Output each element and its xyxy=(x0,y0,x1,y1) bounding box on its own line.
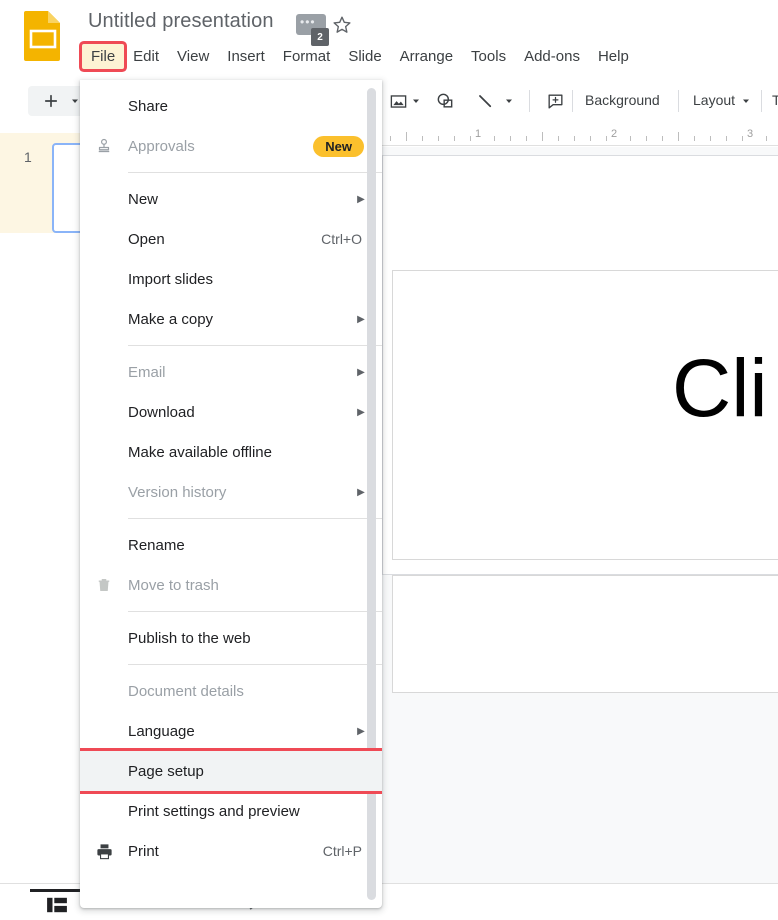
toolbar-divider-4 xyxy=(761,90,762,112)
menu-item-label: Email xyxy=(128,363,166,381)
slide-filmstrip: 1 xyxy=(0,123,92,883)
toolbar-divider xyxy=(529,90,530,112)
file-menu-list: Share Approvals New New ▶ Open Ctrl+O Import sl… xyxy=(80,80,382,871)
file-menu-item-print[interactable]: Print Ctrl+P xyxy=(80,831,382,871)
file-menu-item-make-available-offline[interactable]: Make available offline xyxy=(80,432,382,472)
menu-separator xyxy=(128,518,382,519)
horizontal-ruler: 1 2 3 xyxy=(382,126,778,146)
menu-item-label: New xyxy=(128,190,159,208)
file-menu-item-share[interactable]: Share xyxy=(80,86,382,126)
chevron-down-icon xyxy=(71,99,78,103)
plus-icon xyxy=(44,94,57,108)
new-badge: New xyxy=(313,135,364,157)
menu-separator xyxy=(128,611,382,612)
menu-tools[interactable]: Tools xyxy=(462,44,515,69)
menu-addons[interactable]: Add-ons xyxy=(515,44,589,69)
toolbar-divider-3 xyxy=(678,90,679,112)
file-menu-item-print-settings-and-preview[interactable]: Print settings and preview xyxy=(80,791,382,831)
filmstrip-slide-1[interactable]: 1 xyxy=(0,133,92,233)
file-menu-item-import-slides[interactable]: Import slides xyxy=(80,259,382,299)
top-bar: Untitled presentation ••• 2 File Edit Vi… xyxy=(0,0,778,78)
shape-icon xyxy=(437,93,453,108)
file-menu-item-move-to-trash: Move to trash xyxy=(80,565,382,605)
insert-shape-button[interactable] xyxy=(432,88,458,114)
menu-item-label: Version history xyxy=(128,483,227,501)
ruler-number-1: 1 xyxy=(474,128,482,140)
ruler-number-3: 3 xyxy=(746,128,754,140)
file-menu-item-language[interactable]: Language ▶ xyxy=(80,711,382,751)
file-menu-dropdown: Share Approvals New New ▶ Open Ctrl+O Import sl… xyxy=(80,80,382,908)
menu-item-label: Import slides xyxy=(128,270,214,288)
toolbar-divider-2 xyxy=(572,90,573,112)
layout-caret-icon[interactable] xyxy=(740,94,754,108)
file-menu-item-open[interactable]: Open Ctrl+O xyxy=(80,219,382,259)
file-menu-item-new[interactable]: New ▶ xyxy=(80,179,382,219)
image-icon xyxy=(390,94,406,108)
add-comment-icon xyxy=(547,93,563,109)
file-menu-item-make-a-copy[interactable]: Make a copy ▶ xyxy=(80,299,382,339)
file-menu-item-approvals: Approvals New xyxy=(80,126,382,166)
file-menu-item-version-history: Version history ▶ xyxy=(80,472,382,512)
file-menu-item-rename[interactable]: Rename xyxy=(80,525,382,565)
file-menu-item-page-setup[interactable]: Page setup xyxy=(80,751,382,791)
menu-separator xyxy=(128,172,382,173)
menu-item-label: Print settings and preview xyxy=(128,802,300,820)
menu-insert[interactable]: Insert xyxy=(218,44,274,69)
insert-line-button[interactable] xyxy=(472,88,498,114)
title-placeholder-text: Cli xyxy=(672,343,768,434)
menu-item-shortcut: Ctrl+O xyxy=(321,231,362,247)
menu-help[interactable]: Help xyxy=(589,44,638,69)
insert-line-caret-icon[interactable] xyxy=(503,94,517,108)
document-title[interactable]: Untitled presentation xyxy=(88,10,274,33)
menu-file[interactable]: File xyxy=(82,44,125,69)
menu-item-label: Language xyxy=(128,722,195,740)
menu-format[interactable]: Format xyxy=(274,44,340,69)
menu-item-label: Move to trash xyxy=(128,576,219,594)
star-outline-icon[interactable] xyxy=(331,14,353,36)
stamp-icon xyxy=(80,137,128,155)
insert-image-button[interactable] xyxy=(385,88,411,114)
menu-item-label: Download xyxy=(128,403,195,421)
ruler-number-2: 2 xyxy=(610,128,618,140)
slide-number: 1 xyxy=(24,149,32,165)
menu-item-label: Open xyxy=(128,230,165,248)
menu-separator xyxy=(128,345,382,346)
google-slides-logo-icon[interactable] xyxy=(20,9,66,61)
menu-item-label: Make a copy xyxy=(128,310,214,328)
trash-icon xyxy=(80,576,128,594)
menu-edit[interactable]: Edit xyxy=(124,44,168,69)
menu-item-label: Print xyxy=(128,842,159,860)
file-menu-item-email: Email ▶ xyxy=(80,352,382,392)
background-button[interactable]: Background xyxy=(585,92,660,108)
layout-view-icon[interactable] xyxy=(46,896,68,914)
menu-bar: File Edit View Insert Format Slide Arran… xyxy=(82,44,638,69)
menu-view[interactable]: View xyxy=(168,44,218,69)
menu-item-label: Share xyxy=(128,97,169,115)
subtitle-placeholder[interactable] xyxy=(392,575,778,693)
menu-item-shortcut: Ctrl+P xyxy=(322,843,362,859)
menu-arrange[interactable]: Arrange xyxy=(391,44,462,69)
file-menu-item-publish-to-the-web[interactable]: Publish to the web xyxy=(80,618,382,658)
add-comment-button[interactable] xyxy=(542,88,568,114)
menu-item-label: Document details xyxy=(128,682,244,700)
title-chip-dots: ••• xyxy=(300,15,316,29)
menu-item-label: Approvals xyxy=(128,137,195,155)
insert-image-caret-icon[interactable] xyxy=(410,94,424,108)
menu-item-label: Rename xyxy=(128,536,185,554)
menu-separator xyxy=(128,664,382,665)
menu-slide[interactable]: Slide xyxy=(339,44,390,69)
menu-item-label: Make available offline xyxy=(128,443,272,461)
line-icon xyxy=(478,94,491,107)
printer-icon xyxy=(80,842,128,861)
menu-item-label: Page setup xyxy=(128,762,204,780)
file-menu-item-download[interactable]: Download ▶ xyxy=(80,392,382,432)
menu-item-label: Publish to the web xyxy=(128,629,251,647)
file-menu-item-document-details: Document details xyxy=(80,671,382,711)
layout-button[interactable]: Layout xyxy=(693,92,735,108)
theme-button[interactable]: T xyxy=(772,92,778,108)
